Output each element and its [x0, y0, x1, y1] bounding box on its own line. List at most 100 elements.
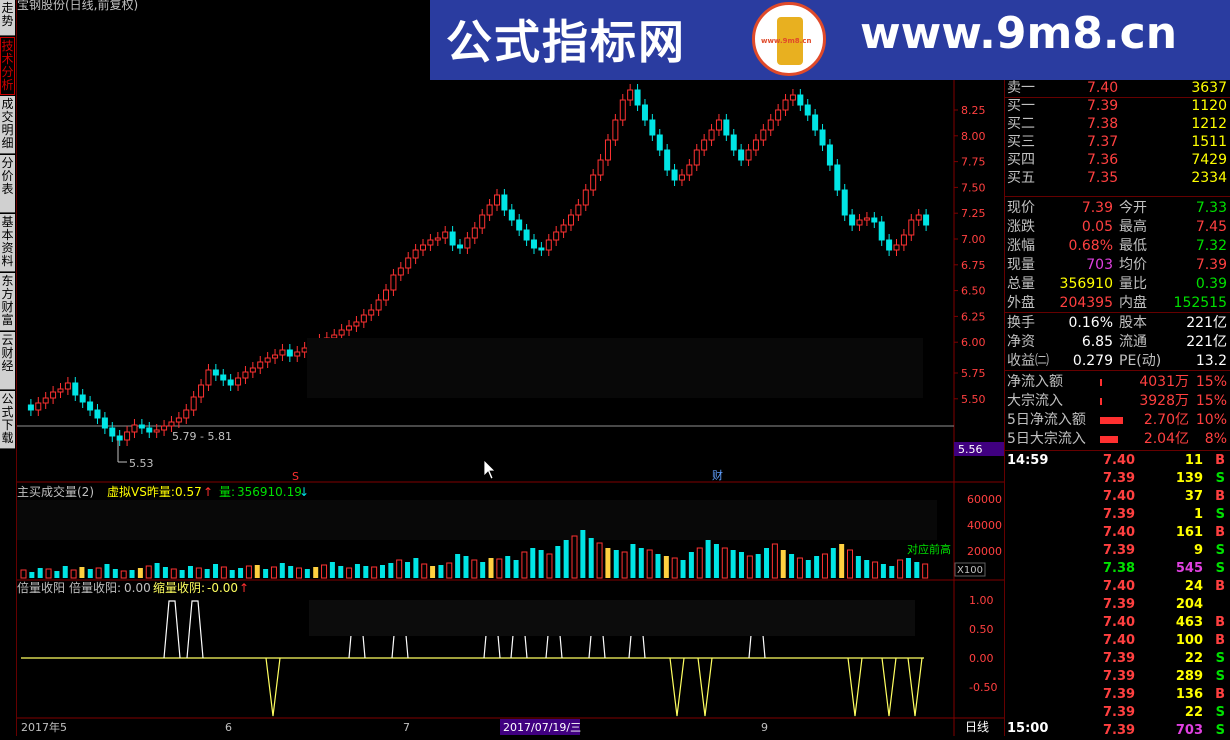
- order-label: 买四: [1007, 152, 1035, 168]
- order-volume: 3637: [1191, 80, 1227, 96]
- time-label-jul: 7: [403, 721, 410, 734]
- tab-4[interactable]: 基本资料: [0, 214, 15, 272]
- fund-label: 股本: [1119, 315, 1147, 331]
- fund-value: 13.2: [1195, 353, 1227, 369]
- fund-value: 221亿: [1186, 334, 1227, 350]
- flow-value: 2.70亿: [1143, 412, 1189, 428]
- flow-value: 4031万: [1139, 374, 1189, 390]
- banner-logo-icon: www.9m8.cn: [752, 2, 826, 76]
- tick-price: 7.38: [1103, 561, 1136, 576]
- osc-redaction: [309, 600, 915, 636]
- panel-separator: [1005, 370, 1230, 371]
- price-axis: 8.25 8.00 7.75 7.50 7.25 7.00 6.75 6.50 6.25 6.00…: [954, 104, 986, 406]
- price-axis-label: 6.75: [961, 259, 986, 272]
- volume-axis-label: 60000: [967, 493, 1002, 506]
- price-axis-label: 7.00: [961, 233, 986, 246]
- tab-7[interactable]: 公式下载: [0, 391, 15, 449]
- tick-volume: 204: [1175, 597, 1203, 612]
- tick-time: 15:00: [1007, 721, 1049, 736]
- tick-side: B: [1215, 687, 1225, 702]
- quote-label: 现量: [1007, 257, 1035, 273]
- tick-volume: 37: [1184, 489, 1203, 504]
- tick-volume: 24: [1184, 579, 1203, 594]
- down-arrow-icon: ↓: [299, 485, 309, 499]
- osc-item2-value: -0.00: [207, 581, 238, 595]
- fund-value: 221亿: [1186, 315, 1227, 331]
- price-axis-label: 7.50: [961, 181, 986, 194]
- fund-label: 净资: [1007, 334, 1035, 350]
- order-volume: 2334: [1191, 170, 1227, 186]
- order-book-row: 买二 7.38 1212: [1005, 115, 1230, 134]
- fund-label: PE(动): [1119, 353, 1162, 369]
- order-price: 7.38: [1087, 116, 1119, 132]
- volume-indicator-name: 主买成交量(2): [17, 484, 94, 499]
- osc-item1-label: 倍量收阳:: [69, 580, 121, 595]
- tick-volume: 463: [1175, 615, 1203, 630]
- quote-panel: 卖一 7.40 3637 买一 7.39 1120 买二 7.38 1212 买三 7.37 1511…: [1004, 80, 1230, 738]
- tab-1[interactable]: 技术分析: [0, 37, 15, 95]
- order-label: 买三: [1007, 134, 1035, 150]
- quote-value: 0.05: [1081, 219, 1113, 235]
- chart-title: 宝钢股份(日线,前复权): [17, 0, 138, 12]
- tick-row: 7.40 24 B: [1005, 578, 1230, 596]
- quote-label: 外盘: [1007, 295, 1035, 311]
- price-axis-label: 5.75: [961, 367, 986, 380]
- tick-volume: 545: [1175, 561, 1203, 576]
- tick-side: S: [1215, 543, 1225, 558]
- volume-axis-label: 20000: [967, 545, 1002, 558]
- price-axis-label: 6.00: [961, 336, 986, 349]
- osc-up-arrow-icon: ↑: [239, 581, 249, 595]
- tab-3[interactable]: 分价表: [0, 155, 15, 213]
- quote-label: 今开: [1119, 200, 1147, 216]
- period-label[interactable]: 日线: [965, 720, 989, 734]
- tick-price: 7.39: [1103, 471, 1136, 486]
- quote-row: 总量 356910 量比 0.39: [1005, 275, 1230, 294]
- fund-value: 6.85: [1081, 334, 1113, 350]
- tick-price: 7.39: [1103, 507, 1136, 522]
- candlesticks: [27, 84, 930, 463]
- kline-chart-area[interactable]: 宝钢股份(日线,前复权) 8.25 8.00 7.75 7.50 7.25 7.00 6.7…: [17, 0, 1004, 736]
- tick-row: 7.38 545 S: [1005, 560, 1230, 578]
- fund-value: 0.16%: [1068, 315, 1113, 331]
- price-axis-label: 8.25: [961, 104, 986, 117]
- quote-value: 7.45: [1195, 219, 1227, 235]
- quote-row: 涨跌 0.05 最高 7.45: [1005, 218, 1230, 237]
- flow-bar: [1100, 379, 1102, 386]
- tab-0[interactable]: 走势: [0, 0, 15, 36]
- tick-row: 7.40 11 B: [1005, 452, 1230, 470]
- order-volume: 1212: [1191, 116, 1227, 132]
- tick-row: 7.39 1 S: [1005, 506, 1230, 524]
- tick-price: 7.40: [1103, 489, 1136, 504]
- tick-row: 7.39 22 S: [1005, 650, 1230, 668]
- quote-label: 现价: [1007, 200, 1035, 216]
- tick-price: 7.39: [1103, 597, 1136, 612]
- price-tag: 5.56: [958, 443, 983, 456]
- chart-canvas[interactable]: 宝钢股份(日线,前复权) 8.25 8.00 7.75 7.50 7.25 7.00 6.7…: [17, 0, 1004, 736]
- tab-6[interactable]: 云财经: [0, 332, 15, 390]
- quote-value: 7.32: [1195, 238, 1227, 254]
- osc-axis: 1.00 0.50 0.00 -0.50: [969, 594, 997, 694]
- volume-axis: 60000 40000 20000: [967, 493, 1002, 558]
- osc-indicator-name: 倍量收阳: [17, 580, 65, 595]
- order-label: 卖一: [1007, 80, 1035, 96]
- tick-volume: 100: [1175, 633, 1203, 648]
- order-volume: 1120: [1191, 98, 1227, 114]
- fund-label: 收益㈡: [1007, 353, 1049, 369]
- volume-note: 对应前高: [907, 542, 951, 556]
- tick-price: 7.40: [1103, 453, 1136, 468]
- tick-price: 7.39: [1103, 651, 1136, 666]
- quote-label: 总量: [1007, 276, 1035, 292]
- tick-row: 7.39 139 S: [1005, 470, 1230, 488]
- cursor-date: 2017/07/19/三: [503, 721, 581, 734]
- order-label: 买五: [1007, 170, 1035, 186]
- marker-cai: 财: [712, 468, 723, 482]
- tick-price: 7.39: [1103, 543, 1136, 558]
- tab-2[interactable]: 成交明细: [0, 96, 15, 154]
- order-volume: 1511: [1191, 134, 1227, 150]
- fundamental-row: 换手 0.16% 股本 221亿: [1005, 314, 1230, 333]
- tick-side: B: [1215, 579, 1225, 594]
- tab-5[interactable]: 东方财富: [0, 273, 15, 331]
- fundamental-row: 净资 6.85 流通 221亿: [1005, 333, 1230, 352]
- banner-site-name: 公式指标网: [446, 15, 686, 69]
- quote-value: 7.39: [1081, 200, 1113, 216]
